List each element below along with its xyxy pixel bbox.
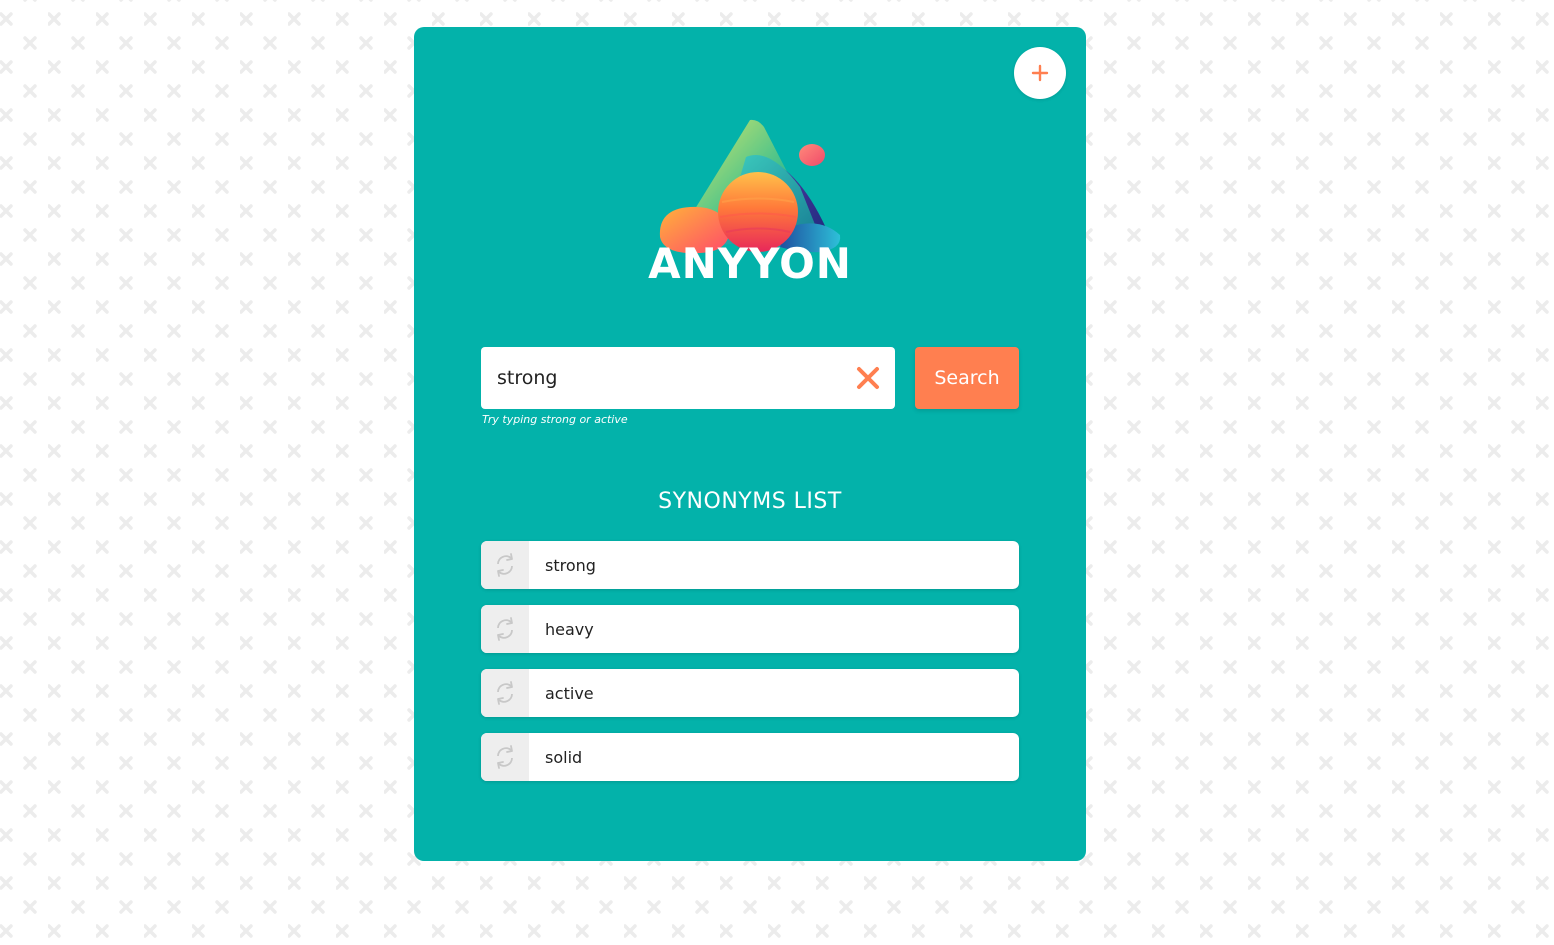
list-item[interactable]: active [481, 669, 1019, 717]
swap-icon [481, 541, 529, 589]
search-box [481, 347, 895, 409]
swap-icon [481, 669, 529, 717]
list-item-label: active [545, 683, 594, 703]
list-item[interactable]: strong [481, 541, 1019, 589]
search-button[interactable]: Search [915, 347, 1019, 409]
list-item[interactable]: heavy [481, 605, 1019, 653]
search-input[interactable] [497, 347, 837, 409]
swap-icon [481, 605, 529, 653]
close-icon[interactable] [855, 365, 881, 391]
app-brand-name: ANYYON [648, 239, 852, 288]
synonyms-list: strong heavy active solid [481, 541, 1019, 797]
plus-icon [1031, 64, 1049, 82]
add-button[interactable] [1014, 47, 1066, 99]
synonyms-list-title: SYNONYMS LIST [658, 489, 842, 514]
list-item-label: strong [545, 555, 596, 575]
search-hint: Try typing strong or active [482, 413, 628, 426]
swap-icon [481, 733, 529, 781]
main-card: ANYYON Search Try typing strong or activ… [414, 27, 1086, 861]
list-item[interactable]: solid [481, 733, 1019, 781]
list-item-label: heavy [545, 619, 594, 639]
list-item-label: solid [545, 747, 583, 767]
